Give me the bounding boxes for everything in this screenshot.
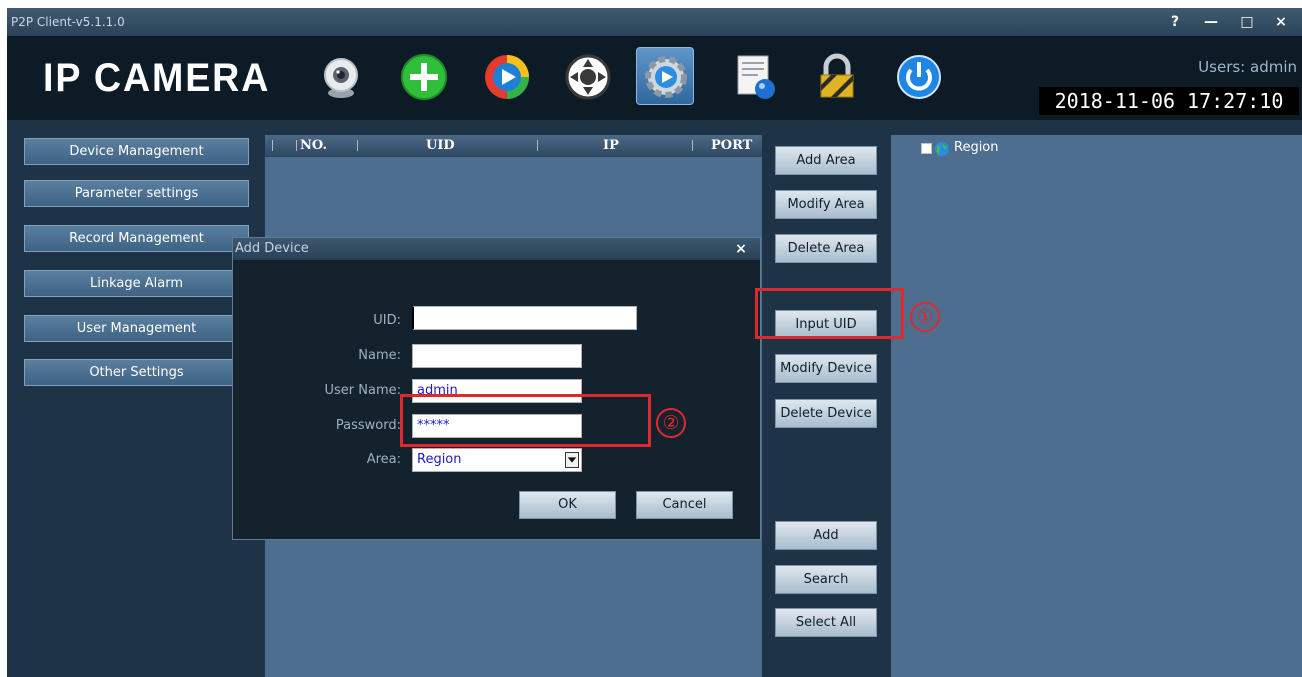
device-table-header: NO. UID IP PORT xyxy=(265,135,762,157)
app-logo: IP CAMERA xyxy=(43,56,271,100)
dialog-close-button[interactable]: × xyxy=(726,240,756,258)
delete-area-button[interactable]: Delete Area xyxy=(775,234,877,263)
region-tree-panel: Region xyxy=(891,135,1302,677)
settings-icon[interactable] xyxy=(636,47,694,105)
column-header-uid[interactable]: UID xyxy=(426,138,455,153)
search-button[interactable]: Search xyxy=(775,565,877,594)
add-button[interactable]: Add xyxy=(775,521,877,550)
name-label: Name: xyxy=(358,348,401,363)
add-device-icon[interactable] xyxy=(398,51,450,103)
app-title: P2P Client-v5.1.1.0 xyxy=(11,15,125,29)
step1-highlight-box xyxy=(755,288,904,339)
uid-input[interactable] xyxy=(412,306,637,330)
step2-marker: ② xyxy=(656,408,686,438)
sidebar-item-linkage-alarm[interactable]: Linkage Alarm xyxy=(24,270,249,297)
power-icon[interactable] xyxy=(893,51,945,103)
app-window: P2P Client-v5.1.1.0 ? — □ × IP CAMERA Us… xyxy=(7,8,1302,677)
minimize-button[interactable]: — xyxy=(1194,11,1228,33)
add-area-button[interactable]: Add Area xyxy=(775,146,877,175)
sidebar-item-user-management[interactable]: User Management xyxy=(24,315,249,342)
header: IP CAMERA Users: admin 2018-11-06 17:27:… xyxy=(7,36,1302,120)
sidebar-item-device-management[interactable]: Device Management xyxy=(24,138,249,165)
dialog-title-bar: Add Device × xyxy=(233,238,760,260)
column-separator xyxy=(296,140,297,151)
column-header-ip[interactable]: IP xyxy=(603,138,619,153)
cancel-button[interactable]: Cancel xyxy=(636,491,733,519)
column-header-port[interactable]: PORT xyxy=(711,138,752,153)
step2-highlight-box xyxy=(400,394,651,447)
column-separator xyxy=(272,140,273,151)
sidebar-item-parameter-settings[interactable]: Parameter settings xyxy=(24,180,249,207)
step1-marker: ① xyxy=(910,302,940,332)
lock-icon[interactable] xyxy=(811,51,863,103)
webcam-icon[interactable] xyxy=(315,51,367,103)
column-separator xyxy=(537,140,538,151)
help-button[interactable]: ? xyxy=(1158,11,1192,33)
column-header-no[interactable]: NO. xyxy=(300,138,327,153)
sidebar-item-other-settings[interactable]: Other Settings xyxy=(24,359,249,386)
area-label: Area: xyxy=(366,452,401,467)
region-tree-root[interactable]: Region xyxy=(954,140,999,155)
select-all-button[interactable]: Select All xyxy=(775,608,877,637)
username-label: User Name: xyxy=(324,383,402,398)
area-select-value: Region xyxy=(417,452,462,467)
maximize-button[interactable]: □ xyxy=(1230,11,1264,33)
region-checkbox[interactable] xyxy=(921,143,932,154)
log-icon[interactable] xyxy=(729,51,781,103)
modify-device-button[interactable]: Modify Device xyxy=(775,354,877,383)
globe-icon xyxy=(934,141,950,157)
column-separator xyxy=(692,140,693,151)
chevron-down-icon[interactable] xyxy=(565,452,579,468)
datetime-display: 2018-11-06 17:27:10 xyxy=(1039,87,1299,115)
ptz-control-icon[interactable] xyxy=(562,51,614,103)
dialog-title: Add Device xyxy=(235,241,309,256)
sidebar-item-record-management[interactable]: Record Management xyxy=(24,225,249,252)
current-user: Users: admin xyxy=(1198,58,1297,76)
title-bar: P2P Client-v5.1.1.0 ? — □ × xyxy=(7,8,1302,36)
playback-icon[interactable] xyxy=(481,51,533,103)
add-device-dialog: Add Device × UID: Name: User Name: admin… xyxy=(232,237,761,540)
uid-label: UID: xyxy=(373,313,401,328)
close-window-button[interactable]: × xyxy=(1264,11,1298,33)
area-select[interactable]: Region xyxy=(412,448,582,472)
name-input[interactable] xyxy=(412,344,582,368)
column-separator xyxy=(357,140,358,151)
delete-device-button[interactable]: Delete Device xyxy=(775,399,877,428)
ok-button[interactable]: OK xyxy=(519,491,616,519)
password-label: Password: xyxy=(335,418,401,433)
modify-area-button[interactable]: Modify Area xyxy=(775,190,877,219)
